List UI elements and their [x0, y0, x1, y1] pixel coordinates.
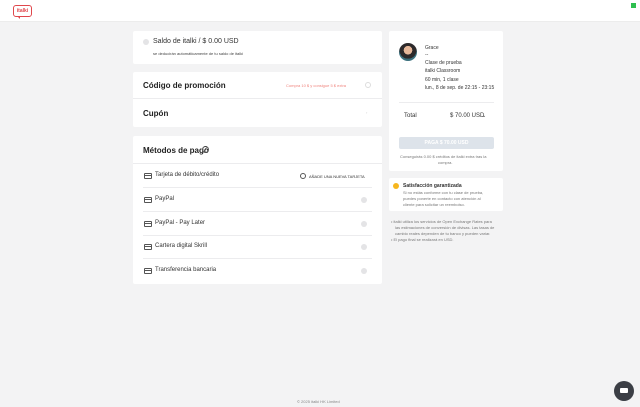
credits-note-line-1: Conseguirás 0.00 $ créditos de italki ex…	[400, 154, 487, 159]
guarantee-line-3: cliente para solicitar un reembolso.	[403, 202, 465, 207]
wallet-icon	[144, 244, 152, 250]
payment-methods-card: Métodos de pago ? Tarjeta de débito/créd…	[133, 136, 382, 284]
exchange-note-line-3: cambio reales dependen de tu banco y pue…	[395, 231, 491, 236]
promo-hint[interactable]: Compra 10 $ y consigue 5 $ extra	[286, 83, 346, 88]
exchange-note-line-4: • El pago final se realizará en USD.	[391, 237, 454, 242]
add-card-icon[interactable]	[300, 173, 306, 179]
promo-toggle[interactable]	[365, 82, 371, 88]
coupon-arrow-icon[interactable]: ›	[366, 110, 367, 115]
help-icon[interactable]: ?	[202, 146, 209, 153]
guarantee-line-2: puedes ponerte en contacto con atención …	[403, 196, 481, 201]
credit-card-icon	[144, 173, 152, 179]
balance-note: se deducirán automáticamente de tu saldo…	[153, 51, 244, 56]
payment-method-label[interactable]: PayPal - Pay Later	[155, 220, 205, 226]
exchange-note-line-1: • italki utiliza los servicios de Open E…	[391, 219, 492, 224]
bank-transfer-radio[interactable]	[361, 268, 367, 274]
payment-method-label[interactable]: Cartera digital Skrill	[155, 243, 207, 249]
skrill-radio[interactable]	[361, 244, 367, 250]
top-bar: italki	[0, 0, 640, 22]
italki-logo[interactable]: italki	[13, 5, 32, 19]
bank-card-icon	[144, 268, 152, 274]
pay-button[interactable]: PAGA $ 70.00 USD	[399, 137, 494, 149]
summary-divider	[399, 102, 494, 103]
balance-label: Saldo de italki / $ 0.00 USD	[153, 38, 239, 45]
guarantee-title: Satisfacción garantizada	[403, 183, 462, 189]
payment-method-label[interactable]: Transferencia bancaria	[155, 267, 216, 273]
guarantee-line-1: Si no estás conforme con tu clase de pru…	[403, 190, 484, 195]
payment-divider	[143, 187, 372, 188]
chevron-down-icon[interactable]: ⌄	[482, 113, 486, 119]
exchange-note-line-2: las estimaciones de conversión de divisa…	[395, 225, 495, 230]
payment-divider	[143, 258, 372, 259]
paypal-icon	[144, 197, 152, 203]
footer-copyright: © 2025 italki HK Limited	[297, 399, 340, 404]
paypal-radio[interactable]	[361, 197, 367, 203]
promo-divider	[133, 98, 382, 99]
payment-divider	[143, 235, 372, 236]
paypal-icon	[144, 221, 152, 227]
lesson-type: Clase de prueba	[425, 60, 462, 66]
balance-radio[interactable]	[143, 39, 149, 45]
promo-title[interactable]: Código de promoción	[143, 81, 226, 90]
paypal-later-radio[interactable]	[361, 221, 367, 227]
credits-note-line-2: compra.	[438, 160, 453, 165]
status-indicator	[631, 3, 636, 8]
lesson-datetime: lun., 8 de sep. de 22:15 - 23:15	[425, 85, 495, 91]
classroom: italki Classroom	[425, 68, 461, 74]
balance-card: Saldo de italki / $ 0.00 USD se deducirá…	[133, 31, 382, 64]
exchange-note-text: italki utiliza los servicios de Open Exc…	[393, 219, 492, 224]
chat-bubble-icon	[620, 388, 628, 393]
checkmark-icon	[393, 183, 399, 189]
payment-method-label[interactable]: Tarjeta de débito/crédito	[155, 172, 219, 178]
teacher-subtitle: --	[425, 52, 429, 58]
payment-method-label[interactable]: PayPal	[155, 196, 174, 202]
exchange-note-text: El pago final se realizará en USD.	[393, 237, 454, 242]
total-label: Total	[404, 113, 417, 119]
promo-card: Código de promoción Compra 10 $ y consig…	[133, 72, 382, 127]
payment-title: Métodos de pago	[143, 146, 209, 155]
chat-button[interactable]	[614, 381, 634, 401]
payment-divider-top	[133, 163, 382, 164]
teacher-name: Grace	[425, 45, 439, 51]
add-card-link[interactable]: AÑADE UNA NUEVA TARJETA	[309, 174, 365, 179]
total-value[interactable]: $ 70.00 USD	[450, 113, 484, 119]
payment-divider	[143, 211, 372, 212]
coupon-title[interactable]: Cupón	[143, 109, 168, 118]
teacher-avatar	[399, 43, 417, 61]
lesson-duration: 60 min, 1 clase	[425, 77, 459, 83]
